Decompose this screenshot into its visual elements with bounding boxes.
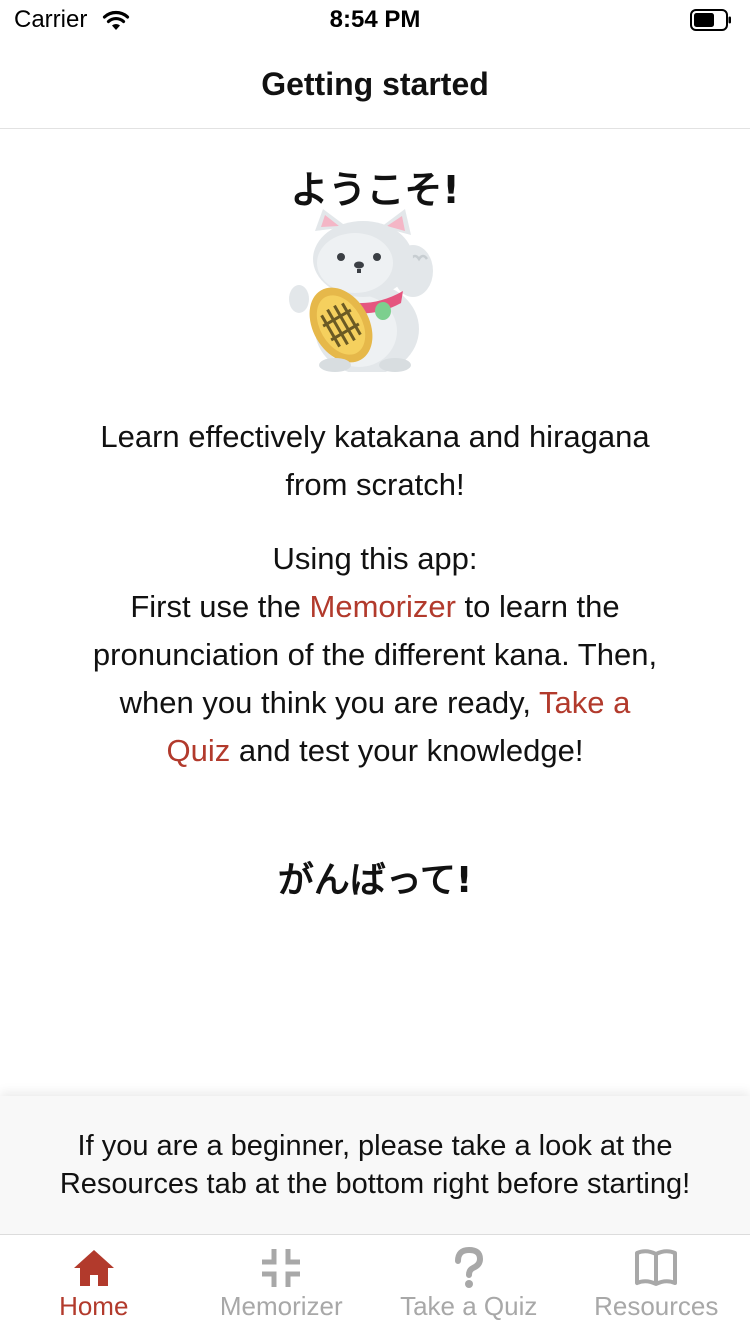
tab-take-a-quiz-label: Take a Quiz <box>400 1291 538 1321</box>
status-time: 8:54 PM <box>329 6 421 33</box>
tab-home[interactable]: Home <box>0 1235 188 1334</box>
question-icon <box>454 1247 483 1288</box>
page-title: Getting started <box>261 65 489 102</box>
tab-bar: Home Memorizer Take a Quiz Resources <box>0 1234 750 1334</box>
battery-icon <box>690 9 731 31</box>
usage-text-1: First use the <box>130 589 310 624</box>
encouragement-text: がんばって! <box>277 860 473 901</box>
tab-home-label: Home <box>59 1291 129 1321</box>
book-icon <box>635 1249 678 1286</box>
home-icon <box>73 1250 114 1286</box>
status-bar: Carrier 8:54 PM <box>0 0 750 40</box>
maneki-neko-illustration <box>289 209 433 372</box>
tab-resources-label: Resources <box>594 1291 719 1321</box>
main-content: ようこそ! Learn effectively katakana and hir… <box>0 129 750 1094</box>
usage-heading: Using this app: <box>272 541 478 576</box>
welcome-heading: ようこそ! <box>290 168 460 212</box>
banner-text: If you are a beginner, please take a loo… <box>59 1130 691 1200</box>
tab-resources[interactable]: Resources <box>563 1235 750 1334</box>
usage-text-3: and test your knowledge! <box>230 733 584 768</box>
compress-icon <box>262 1249 301 1287</box>
tab-take-a-quiz[interactable]: Take a Quiz <box>375 1235 563 1334</box>
beginner-banner: If you are a beginner, please take a loo… <box>0 1096 750 1234</box>
usage-instructions: Using this app: First use the Memorizer … <box>90 535 660 775</box>
navigation-header: Getting started <box>0 40 750 129</box>
tab-memorizer[interactable]: Memorizer <box>188 1235 376 1334</box>
app-screen: Carrier 8:54 PM Getting started ようこそ! Le… <box>0 0 750 1334</box>
memorizer-link[interactable]: Memorizer <box>310 589 456 624</box>
tab-memorizer-label: Memorizer <box>219 1291 343 1321</box>
intro-text: Learn effectively katakana and hiragana … <box>100 419 650 502</box>
